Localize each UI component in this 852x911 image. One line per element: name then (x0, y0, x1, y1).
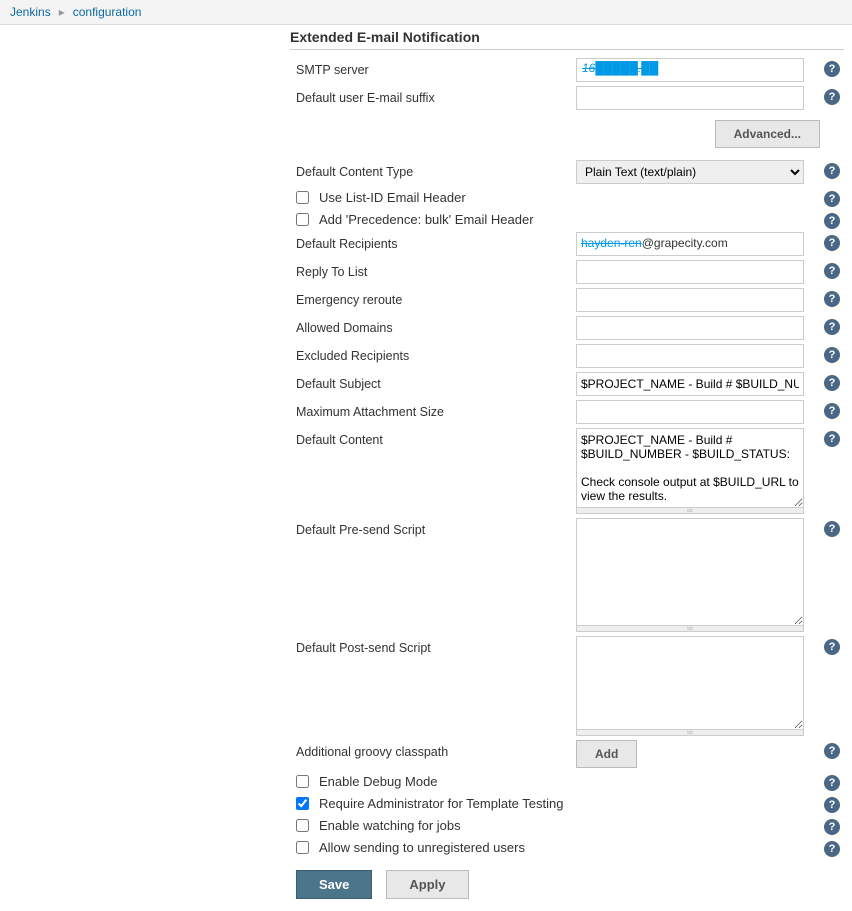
default-subject-label: Default Subject (290, 372, 576, 391)
add-button[interactable]: Add (576, 740, 637, 768)
additional-classpath-label: Additional groovy classpath (290, 740, 576, 759)
default-recipients-label: Default Recipients (290, 232, 576, 251)
help-icon[interactable]: ? (824, 639, 840, 655)
default-subject-input[interactable] (576, 372, 804, 396)
require-admin-checkbox[interactable] (296, 797, 309, 810)
help-icon[interactable]: ? (824, 743, 840, 759)
emergency-reroute-label: Emergency reroute (290, 288, 576, 307)
add-precedence-checkbox[interactable] (296, 213, 309, 226)
help-icon[interactable]: ? (824, 191, 840, 207)
resize-handle[interactable] (576, 730, 804, 736)
allowed-domains-label: Allowed Domains (290, 316, 576, 335)
default-suffix-input[interactable] (576, 86, 804, 110)
help-icon[interactable]: ? (824, 841, 840, 857)
breadcrumb-root[interactable]: Jenkins (10, 5, 51, 19)
excluded-recipients-label: Excluded Recipients (290, 344, 576, 363)
help-icon[interactable]: ? (824, 263, 840, 279)
add-precedence-label: Add 'Precedence: bulk' Email Header (319, 212, 534, 227)
chevron-right-icon: ▸ (59, 5, 65, 19)
help-icon[interactable]: ? (824, 431, 840, 447)
default-content-textarea[interactable] (576, 428, 804, 508)
help-icon[interactable]: ? (824, 213, 840, 229)
help-icon[interactable]: ? (824, 291, 840, 307)
emergency-reroute-input[interactable] (576, 288, 804, 312)
default-postsend-label: Default Post-send Script (290, 636, 576, 655)
max-attachment-label: Maximum Attachment Size (290, 400, 576, 419)
default-recipients-input[interactable] (576, 232, 804, 256)
help-icon[interactable]: ? (824, 61, 840, 77)
help-icon[interactable]: ? (824, 797, 840, 813)
excluded-recipients-input[interactable] (576, 344, 804, 368)
help-icon[interactable]: ? (824, 775, 840, 791)
use-list-id-checkbox[interactable] (296, 191, 309, 204)
use-list-id-label: Use List-ID Email Header (319, 190, 466, 205)
help-icon[interactable]: ? (824, 347, 840, 363)
enable-watching-label: Enable watching for jobs (319, 818, 461, 833)
allow-unreg-checkbox[interactable] (296, 841, 309, 854)
save-button[interactable]: Save (296, 870, 372, 899)
breadcrumb-page[interactable]: configuration (73, 5, 142, 19)
reply-to-list-label: Reply To List (290, 260, 576, 279)
default-postsend-textarea[interactable] (576, 636, 804, 730)
default-suffix-label: Default user E-mail suffix (290, 86, 576, 105)
allow-unreg-label: Allow sending to unregistered users (319, 840, 525, 855)
default-content-label: Default Content (290, 428, 576, 447)
help-icon[interactable]: ? (824, 375, 840, 391)
advanced-button[interactable]: Advanced... (715, 120, 820, 148)
section-title: Extended E-mail Notification (290, 25, 844, 50)
default-content-type-select[interactable]: Plain Text (text/plain) (576, 160, 804, 184)
help-icon[interactable]: ? (824, 403, 840, 419)
enable-debug-checkbox[interactable] (296, 775, 309, 788)
enable-watching-checkbox[interactable] (296, 819, 309, 832)
default-presend-label: Default Pre-send Script (290, 518, 576, 537)
require-admin-label: Require Administrator for Template Testi… (319, 796, 563, 811)
reply-to-list-input[interactable] (576, 260, 804, 284)
resize-handle[interactable] (576, 508, 804, 514)
default-content-type-label: Default Content Type (290, 160, 576, 179)
breadcrumb: Jenkins ▸ configuration (0, 0, 852, 25)
help-icon[interactable]: ? (824, 319, 840, 335)
max-attachment-input[interactable] (576, 400, 804, 424)
default-presend-textarea[interactable] (576, 518, 804, 626)
smtp-server-label: SMTP server (290, 58, 576, 77)
help-icon[interactable]: ? (824, 235, 840, 251)
smtp-server-input[interactable] (576, 58, 804, 82)
help-icon[interactable]: ? (824, 521, 840, 537)
allowed-domains-input[interactable] (576, 316, 804, 340)
enable-debug-label: Enable Debug Mode (319, 774, 438, 789)
help-icon[interactable]: ? (824, 89, 840, 105)
apply-button[interactable]: Apply (386, 870, 468, 899)
help-icon[interactable]: ? (824, 819, 840, 835)
resize-handle[interactable] (576, 626, 804, 632)
help-icon[interactable]: ? (824, 163, 840, 179)
